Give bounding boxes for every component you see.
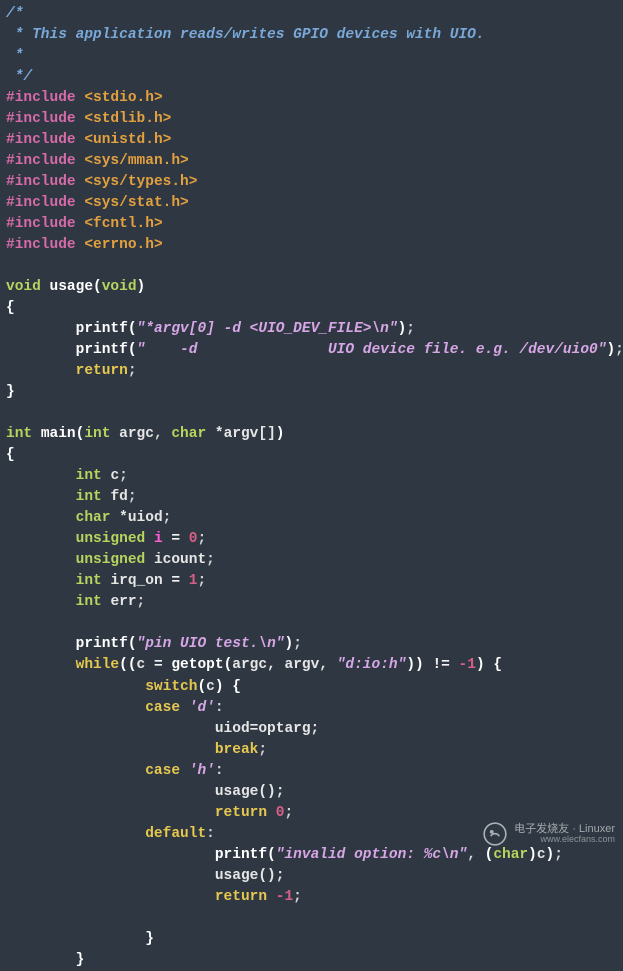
type-unsigned: unsigned — [76, 531, 146, 547]
char: 'h' — [189, 763, 215, 779]
watermark: 电子发烧友 · Linuxer www.elecfans.com — [482, 821, 615, 847]
include-hdr: <unistd.h> — [84, 132, 171, 148]
num: 1 — [189, 573, 198, 589]
num: 0 — [189, 531, 198, 547]
printf: printf — [76, 342, 128, 358]
case-kw: case — [145, 763, 180, 779]
call: usage(); — [215, 868, 285, 884]
type-void: void — [102, 279, 137, 295]
type-int: int — [76, 468, 102, 484]
string: "d:io:h" — [337, 657, 407, 673]
var: err — [110, 594, 136, 610]
var: irq_on — [110, 573, 162, 589]
fn-main: main — [41, 426, 76, 442]
param: *argv[] — [215, 426, 276, 442]
include-kw: #include — [6, 195, 76, 211]
type-int: int — [76, 489, 102, 505]
switch-kw: switch — [145, 679, 197, 695]
char: 'd' — [189, 700, 215, 716]
return-kw: return — [215, 889, 267, 905]
comment: /* — [6, 6, 23, 22]
watermark-url: www.elecfans.com — [514, 835, 615, 845]
include-hdr: <fcntl.h> — [84, 216, 162, 232]
type-int: int — [6, 426, 32, 442]
include-hdr: <errno.h> — [84, 237, 162, 253]
include-kw: #include — [6, 111, 76, 127]
include-kw: #include — [6, 174, 76, 190]
include-kw: #include — [6, 216, 76, 232]
include-hdr: <stdio.h> — [84, 90, 162, 106]
break-kw: break — [215, 742, 259, 758]
comment: * — [6, 48, 23, 64]
string: "pin UIO test.\n" — [137, 636, 285, 652]
string: "invalid option: %c\n" — [276, 847, 467, 863]
type-void: void — [6, 279, 41, 295]
call: usage(); — [215, 784, 285, 800]
return-kw: return — [76, 363, 128, 379]
var: *uiod — [119, 510, 163, 526]
var: fd — [110, 489, 127, 505]
type-int: int — [84, 426, 110, 442]
comment: */ — [6, 69, 32, 85]
cast: char — [493, 847, 528, 863]
fn-usage: usage — [50, 279, 94, 295]
type-int: int — [76, 573, 102, 589]
type-char: char — [171, 426, 206, 442]
printf: printf — [76, 321, 128, 337]
getopt: getopt — [171, 657, 223, 673]
include-kw: #include — [6, 90, 76, 106]
var: i — [154, 531, 163, 547]
param: argc — [119, 426, 154, 442]
include-kw: #include — [6, 132, 76, 148]
include-hdr: <sys/types.h> — [84, 174, 197, 190]
return-kw: return — [215, 805, 267, 821]
while-kw: while — [76, 657, 120, 673]
type-char: char — [76, 510, 111, 526]
comment: * This application reads/writes GPIO dev… — [6, 27, 485, 43]
printf: printf — [215, 847, 267, 863]
string: " -d UIO device file. e.g. /dev/uio0" — [137, 342, 607, 358]
var: c — [110, 468, 119, 484]
include-hdr: <sys/stat.h> — [84, 195, 188, 211]
include-kw: #include — [6, 153, 76, 169]
include-kw: #include — [6, 237, 76, 253]
string: "*argv[0] -d <UIO_DEV_FILE>\n" — [137, 321, 398, 337]
type-unsigned: unsigned — [76, 552, 146, 568]
stmt: uiod=optarg; — [215, 721, 319, 737]
printf: printf — [76, 636, 128, 652]
watermark-icon — [482, 821, 508, 847]
type-int: int — [76, 594, 102, 610]
default-kw: default — [145, 826, 206, 842]
include-hdr: <sys/mman.h> — [84, 153, 188, 169]
case-kw: case — [145, 700, 180, 716]
var: icount — [154, 552, 206, 568]
include-hdr: <stdlib.h> — [84, 111, 171, 127]
